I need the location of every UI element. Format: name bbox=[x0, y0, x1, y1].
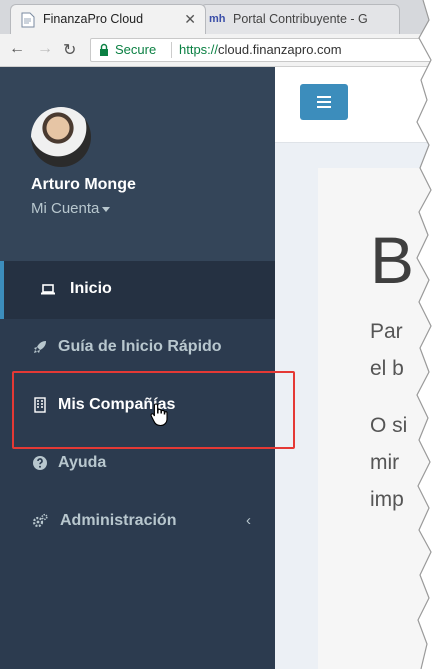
user-panel: Arturo Monge Mi Cuenta bbox=[0, 67, 275, 261]
account-dropdown[interactable]: Mi Cuenta bbox=[31, 200, 111, 217]
menu-bar-line bbox=[317, 106, 331, 108]
chevron-left-icon: ‹ bbox=[246, 512, 251, 529]
tab-portal-contribuyente[interactable]: mh Portal Contribuyente - G bbox=[200, 4, 400, 34]
account-label: Mi Cuenta bbox=[31, 200, 100, 217]
tab-title: Portal Contribuyente - G bbox=[233, 12, 368, 26]
lock-icon bbox=[100, 43, 108, 56]
paragraph-line: O si bbox=[370, 414, 408, 437]
hand-pointer-cursor-icon bbox=[150, 403, 168, 427]
paragraph-line: mir bbox=[370, 451, 400, 474]
tab-finanzapro[interactable]: FinanzaPro Cloud ✕ bbox=[10, 4, 206, 34]
hamburger-menu-button[interactable] bbox=[300, 84, 348, 120]
browser-tab-bar: mh Portal Contribuyente - G FinanzaPro C… bbox=[0, 0, 441, 34]
sidebar-item-guia[interactable]: Guía de Inicio Rápido bbox=[0, 319, 275, 377]
address-bar[interactable]: Secure https://cloud.finanzapro.com bbox=[90, 38, 432, 62]
question-circle-icon bbox=[33, 456, 47, 470]
url-scheme: https:// bbox=[179, 42, 219, 57]
tab-title: FinanzaPro Cloud bbox=[43, 12, 144, 26]
caret-down-icon bbox=[102, 206, 111, 212]
url-text: https://cloud.finanzapro.com bbox=[179, 42, 342, 57]
cogs-icon bbox=[32, 513, 48, 528]
user-name: Arturo Monge bbox=[31, 176, 136, 193]
rocket-icon bbox=[34, 341, 46, 353]
back-arrow-icon[interactable]: ← bbox=[9, 40, 25, 58]
sidebar-item-label: Guía de Inicio Rápido bbox=[58, 338, 222, 355]
avatar bbox=[31, 107, 91, 167]
sidebar-item-label: Administración bbox=[60, 512, 177, 529]
menu-bar-line bbox=[317, 96, 331, 98]
sidebar-item-label: Inicio bbox=[70, 280, 112, 297]
document-favicon-icon bbox=[21, 12, 35, 28]
torn-edge-decoration bbox=[416, 0, 441, 669]
paragraph-line: el b bbox=[370, 357, 404, 380]
menu-bar-line bbox=[317, 101, 331, 103]
sidebar-item-label: Ayuda bbox=[58, 454, 107, 471]
mh-favicon-icon: mh bbox=[209, 13, 226, 25]
sidebar-item-administracion[interactable]: Administración ‹ bbox=[0, 493, 275, 551]
paragraph-line: imp bbox=[370, 488, 404, 511]
secure-label: Secure bbox=[115, 42, 157, 57]
reload-icon[interactable]: ↻ bbox=[63, 40, 76, 60]
browser-toolbar: ← → ↻ Secure https://cloud.finanzapro.co… bbox=[0, 34, 441, 67]
sidebar-item-inicio[interactable]: Inicio bbox=[0, 261, 275, 319]
close-tab-icon[interactable]: ✕ bbox=[184, 11, 196, 28]
url-host: cloud.finanzapro.com bbox=[218, 42, 342, 57]
sidebar: Arturo Monge Mi Cuenta Inicio Guía de In… bbox=[0, 67, 275, 669]
forward-arrow-icon[interactable]: → bbox=[37, 40, 53, 58]
paragraph-line: Par bbox=[370, 320, 403, 343]
omnibox-divider bbox=[171, 42, 172, 58]
laptop-icon bbox=[41, 284, 55, 295]
